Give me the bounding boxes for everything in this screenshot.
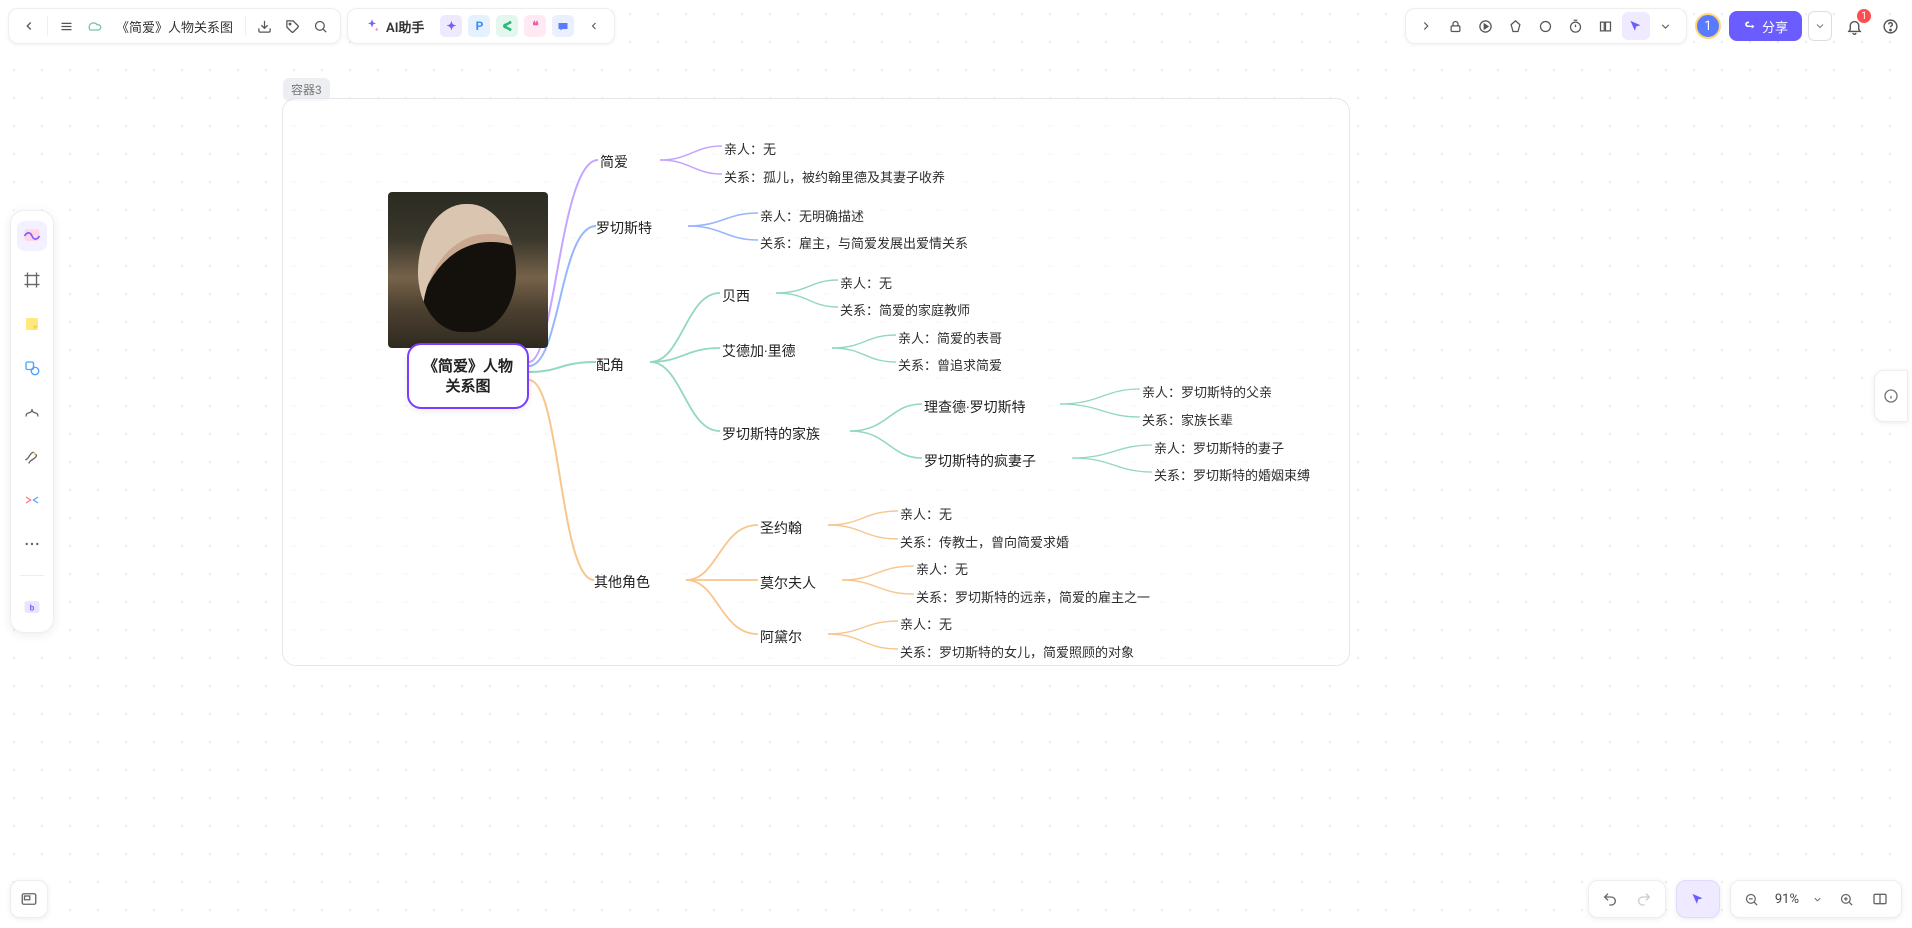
root-node[interactable]: 《简爱》人物 关系图 (407, 343, 529, 409)
node-rochester[interactable]: 罗切斯特 (596, 218, 652, 238)
notifications-button[interactable]: 1 (1840, 12, 1868, 40)
tool-lock-icon[interactable] (1442, 12, 1470, 40)
root-node-title: 《简爱》人物 关系图 (423, 356, 513, 397)
zoom-in-button[interactable] (1833, 886, 1859, 912)
leaf[interactable]: 关系：罗切斯特的女儿，简爱照顾的对象 (900, 642, 1134, 661)
cloud-sync-icon[interactable] (80, 12, 108, 40)
zoom-level[interactable]: 91% (1773, 892, 1801, 907)
share-label: 分享 (1762, 17, 1788, 36)
ai-tool-p[interactable]: P (468, 15, 490, 37)
notification-badge: 1 (1857, 9, 1871, 23)
leaf[interactable]: 亲人：罗切斯特的妻子 (1154, 438, 1284, 457)
root-image[interactable] (388, 192, 548, 348)
leaf[interactable]: 关系：罗切斯特的婚姻束缚 (1154, 465, 1310, 484)
undo-button[interactable] (1597, 886, 1623, 912)
redo-button[interactable] (1631, 886, 1657, 912)
share-icon (1743, 20, 1756, 33)
ai-collapse-button[interactable] (580, 12, 608, 40)
leaf[interactable]: 关系：家族长辈 (1142, 410, 1233, 429)
leaf[interactable]: 关系：罗切斯特的远亲，简爱的雇主之一 (916, 587, 1150, 606)
node-supporting[interactable]: 配角 (596, 355, 624, 375)
leaf[interactable]: 亲人：简爱的表哥 (898, 328, 1002, 347)
download-button[interactable] (250, 12, 278, 40)
leaf[interactable]: 亲人：无明确描述 (760, 206, 864, 225)
leaf[interactable]: 亲人：无 (900, 614, 952, 633)
node-madwife[interactable]: 罗切斯特的疯妻子 (924, 451, 1036, 471)
cursor-mode-button[interactable] (1685, 886, 1711, 912)
left-toolbar: b (10, 210, 54, 633)
tool-sticky-icon[interactable] (17, 309, 47, 339)
tool-play-icon[interactable] (1472, 12, 1500, 40)
leaf[interactable]: 关系：孤儿，被约翰里德及其妻子收养 (724, 167, 945, 186)
node-stjohn[interactable]: 圣约翰 (760, 518, 802, 538)
zoom-dropdown[interactable] (1809, 886, 1825, 912)
minimap-button[interactable] (10, 880, 48, 918)
ai-tool-share[interactable] (496, 15, 518, 37)
fit-view-button[interactable] (1867, 886, 1893, 912)
back-button[interactable] (15, 12, 43, 40)
tool-cursor-icon[interactable] (1622, 12, 1650, 40)
node-jane[interactable]: 简爱 (600, 152, 628, 172)
tool-timer-icon[interactable] (1562, 12, 1590, 40)
tool-circle-icon[interactable] (1532, 12, 1560, 40)
bottom-toolbar: 91% (1588, 880, 1902, 918)
ai-assistant-button[interactable]: AI助手 (354, 12, 434, 40)
tool-pen-icon[interactable] (17, 441, 47, 471)
node-moore[interactable]: 莫尔夫人 (760, 573, 816, 593)
node-richard[interactable]: 理查德·罗切斯特 (924, 397, 1026, 417)
leaf[interactable]: 亲人：无 (840, 273, 892, 292)
doc-title[interactable]: 《简爱》人物关系图 (108, 17, 241, 36)
leaf[interactable]: 亲人：无 (900, 504, 952, 523)
avatar[interactable]: 1 (1695, 13, 1721, 39)
ai-tool-sparkle[interactable]: ✦ (440, 15, 462, 37)
svg-text:b: b (30, 603, 35, 613)
ai-assistant-label: AI助手 (386, 17, 424, 36)
node-adele[interactable]: 阿黛尔 (760, 627, 802, 647)
top-toolbar: 《简爱》人物关系图 AI助手 ✦ P ❝ 1 (8, 8, 1904, 44)
leaf[interactable]: 亲人：无 (724, 139, 776, 158)
tool-more-chevron[interactable] (1652, 12, 1680, 40)
tool-expand-icon[interactable] (1412, 12, 1440, 40)
leaf[interactable]: 关系：雇主，与简爱发展出爱情关系 (760, 233, 968, 252)
tool-layers-icon[interactable] (1592, 12, 1620, 40)
leaf[interactable]: 亲人：罗切斯特的父亲 (1142, 382, 1272, 401)
tool-ai-card-icon[interactable]: b (17, 592, 47, 622)
minimap-icon (20, 890, 38, 908)
tool-shapes-icon[interactable] (1502, 12, 1530, 40)
tool-curve-icon[interactable] (17, 397, 47, 427)
toolbar-separator (20, 575, 44, 576)
ai-sparkle-icon (364, 18, 380, 34)
node-edgar[interactable]: 艾德加·里德 (722, 341, 796, 361)
search-button[interactable] (306, 12, 334, 40)
right-panel-toggle[interactable] (1874, 370, 1908, 422)
tool-connector-icon[interactable] (17, 485, 47, 515)
node-bessie[interactable]: 贝西 (722, 286, 750, 306)
tag-button[interactable] (278, 12, 306, 40)
help-button[interactable] (1876, 12, 1904, 40)
ai-tool-chat[interactable] (552, 15, 574, 37)
leaf[interactable]: 关系：曾追求简爱 (898, 355, 1002, 374)
leaf[interactable]: 关系：传教士，曾向简爱求婚 (900, 532, 1069, 551)
info-icon (1883, 388, 1899, 404)
tool-shape-icon[interactable] (17, 353, 47, 383)
share-button[interactable]: 分享 (1729, 11, 1802, 41)
tool-frame-icon[interactable] (17, 265, 47, 295)
leaf[interactable]: 亲人：无 (916, 559, 968, 578)
ai-tool-quote[interactable]: ❝ (524, 15, 546, 37)
share-dropdown[interactable] (1808, 11, 1832, 41)
menu-button[interactable] (52, 12, 80, 40)
tool-template-icon[interactable] (17, 221, 47, 251)
zoom-out-button[interactable] (1739, 886, 1765, 912)
tool-more-icon[interactable] (17, 529, 47, 559)
node-others[interactable]: 其他角色 (594, 572, 650, 592)
canvas[interactable]: 容器3 《简爱》人物 关系图 简爱 罗切斯特 配角 其他角色 亲人：无 关系：孤… (0, 0, 1912, 928)
node-family[interactable]: 罗切斯特的家族 (722, 424, 820, 444)
leaf[interactable]: 关系：简爱的家庭教师 (840, 300, 970, 319)
